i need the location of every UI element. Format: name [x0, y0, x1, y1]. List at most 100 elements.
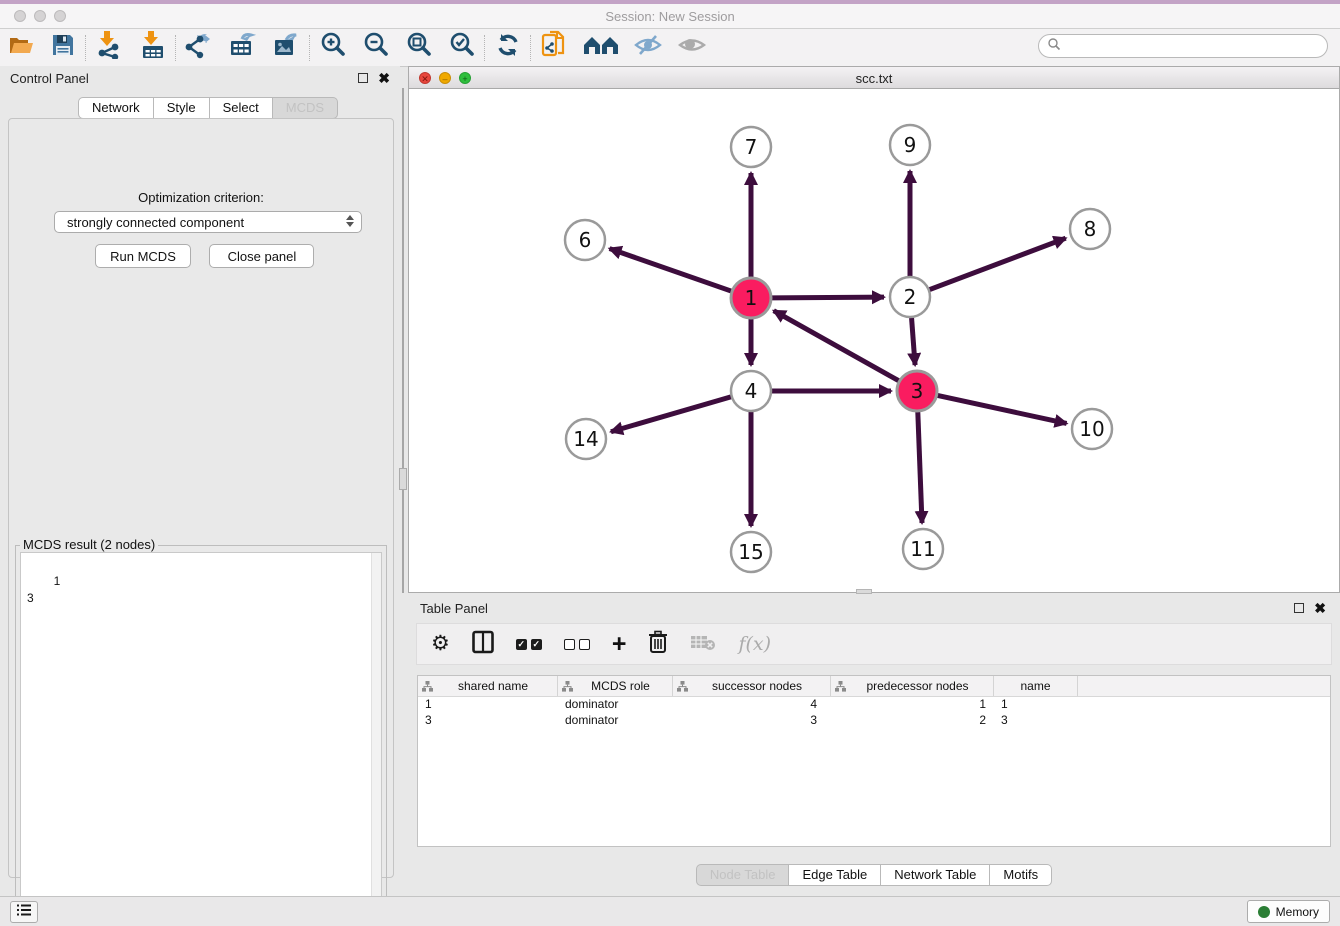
graph-node-15[interactable]: 15 — [731, 532, 771, 572]
zoom-fit-button[interactable] — [404, 33, 434, 63]
open-session-button[interactable] — [6, 33, 36, 63]
network-window-titlebar[interactable]: ✕ – + scc.txt — [409, 67, 1339, 89]
table-cell[interactable]: 2 — [831, 713, 994, 729]
optimization-criterion-label: Optimization criterion: — [9, 190, 393, 205]
network-graph[interactable]: 7 9 6 8 1 2 4 3 14 10 15 11 — [409, 89, 1339, 592]
export-table-button[interactable] — [228, 33, 258, 63]
import-table-button[interactable] — [138, 33, 168, 63]
apply-layout-button[interactable] — [493, 33, 523, 63]
memory-button[interactable]: Memory — [1247, 900, 1330, 923]
close-panel-icon[interactable]: ✖ — [378, 73, 390, 83]
table-row[interactable]: 1dominator411 — [418, 697, 1330, 713]
graph-node-3[interactable]: 3 — [897, 371, 937, 411]
graph-node-9[interactable]: 9 — [890, 125, 930, 165]
export-table-icon — [229, 31, 257, 64]
export-image-button[interactable] — [272, 33, 302, 63]
node-table[interactable]: shared nameMCDS rolesuccessor nodesprede… — [417, 675, 1331, 847]
graph-node-4[interactable]: 4 — [731, 371, 771, 411]
task-history-button[interactable] — [10, 901, 38, 923]
save-session-button[interactable] — [48, 33, 78, 63]
memory-status-icon — [1258, 906, 1270, 918]
tab-select[interactable]: Select — [210, 97, 273, 119]
table-float-panel-icon[interactable] — [1294, 603, 1304, 613]
result-scrollbar[interactable] — [371, 553, 381, 919]
zoom-in-icon — [319, 31, 347, 64]
graph-edge-1-6[interactable] — [610, 249, 732, 291]
graph-node-1[interactable]: 1 — [731, 278, 771, 318]
import-network-icon — [96, 31, 122, 64]
checked-box-icon: ✓ — [531, 639, 542, 650]
search-input[interactable] — [1038, 34, 1328, 58]
float-panel-icon[interactable] — [358, 73, 368, 83]
table-cell[interactable]: 3 — [994, 713, 1078, 729]
tab-edge-table[interactable]: Edge Table — [789, 864, 881, 886]
table-cell[interactable]: 4 — [673, 697, 831, 713]
column-header-MCDS-role[interactable]: MCDS role — [558, 676, 673, 696]
tab-network[interactable]: Network — [78, 97, 154, 119]
delete-column-button[interactable] — [648, 631, 668, 657]
close-panel-button[interactable]: Close panel — [209, 244, 314, 268]
zoom-selected-button[interactable] — [447, 33, 477, 63]
show-columns-button[interactable] — [472, 631, 494, 657]
table-cell[interactable]: dominator — [558, 713, 673, 729]
hide-selected-button[interactable] — [633, 33, 663, 63]
table-cell[interactable]: 1 — [831, 697, 994, 713]
tab-style[interactable]: Style — [154, 97, 210, 119]
graph-edge-3-11[interactable] — [918, 412, 922, 523]
graph-edge-3-10[interactable] — [938, 395, 1067, 423]
select-all-button[interactable]: ✓ ✓ — [516, 631, 542, 657]
checked-box-icon: ✓ — [516, 639, 527, 650]
function-builder-button[interactable]: f(x) — [738, 631, 771, 657]
graph-node-11[interactable]: 11 — [903, 529, 943, 569]
tab-motifs[interactable]: Motifs — [990, 864, 1052, 886]
table-cell[interactable]: 1 — [418, 697, 558, 713]
main-toolbar — [0, 29, 1340, 67]
graph-edge-3-1[interactable] — [774, 311, 899, 381]
houses-icon — [582, 33, 620, 62]
horizontal-splitter-handle[interactable] — [856, 589, 872, 594]
column-type-icon — [835, 681, 846, 692]
graph-edge-2-3[interactable] — [912, 318, 916, 365]
graph-node-10[interactable]: 10 — [1072, 409, 1112, 449]
table-close-panel-icon[interactable]: ✖ — [1314, 603, 1326, 613]
tab-node-table[interactable]: Node Table — [696, 864, 790, 886]
table-cell[interactable]: 3 — [418, 713, 558, 729]
table-cell[interactable]: 1 — [994, 697, 1078, 713]
graph-edge-2-8[interactable] — [930, 238, 1066, 289]
zoom-in-button[interactable] — [318, 33, 348, 63]
deselect-all-button[interactable] — [564, 631, 590, 657]
graph-edge-1-2[interactable] — [772, 297, 884, 298]
zoom-out-button[interactable] — [361, 33, 391, 63]
show-all-button[interactable] — [677, 33, 707, 63]
graph-node-6[interactable]: 6 — [565, 220, 605, 260]
export-network-button[interactable] — [184, 33, 214, 63]
column-header-successor-nodes[interactable]: successor nodes — [673, 676, 831, 696]
mcds-result-list[interactable]: 1 3 — [20, 552, 382, 920]
table-cell[interactable]: 3 — [673, 713, 831, 729]
graph-edge-4-14[interactable] — [611, 397, 731, 432]
graph-node-7[interactable]: 7 — [731, 127, 771, 167]
tab-network-table[interactable]: Network Table — [881, 864, 990, 886]
tab-mcds[interactable]: MCDS — [273, 97, 338, 119]
panel-splitter-handle[interactable] — [399, 468, 407, 490]
clone-network-icon — [541, 30, 567, 65]
graph-node-14[interactable]: 14 — [566, 419, 606, 459]
table-settings-button[interactable]: ⚙ — [431, 631, 450, 657]
table-row[interactable]: 3dominator323 — [418, 713, 1330, 729]
panel-splitter[interactable] — [402, 88, 404, 593]
create-column-button[interactable]: + — [612, 631, 627, 657]
first-neighbors-button[interactable] — [581, 33, 621, 63]
import-network-button[interactable] — [94, 33, 124, 63]
eye-icon — [677, 33, 707, 62]
run-mcds-button[interactable]: Run MCDS — [95, 244, 191, 268]
delete-table-button[interactable] — [690, 631, 716, 657]
column-header-shared-name[interactable]: shared name — [418, 676, 558, 696]
graph-node-2[interactable]: 2 — [890, 277, 930, 317]
criterion-dropdown[interactable]: strongly connected component — [54, 211, 362, 233]
table-cell[interactable]: dominator — [558, 697, 673, 713]
column-header-predecessor-nodes[interactable]: predecessor nodes — [831, 676, 994, 696]
graph-node-8[interactable]: 8 — [1070, 209, 1110, 249]
column-header-name[interactable]: name — [994, 676, 1078, 696]
clone-network-button[interactable] — [539, 33, 569, 63]
dropdown-stepper-icon — [346, 215, 354, 227]
